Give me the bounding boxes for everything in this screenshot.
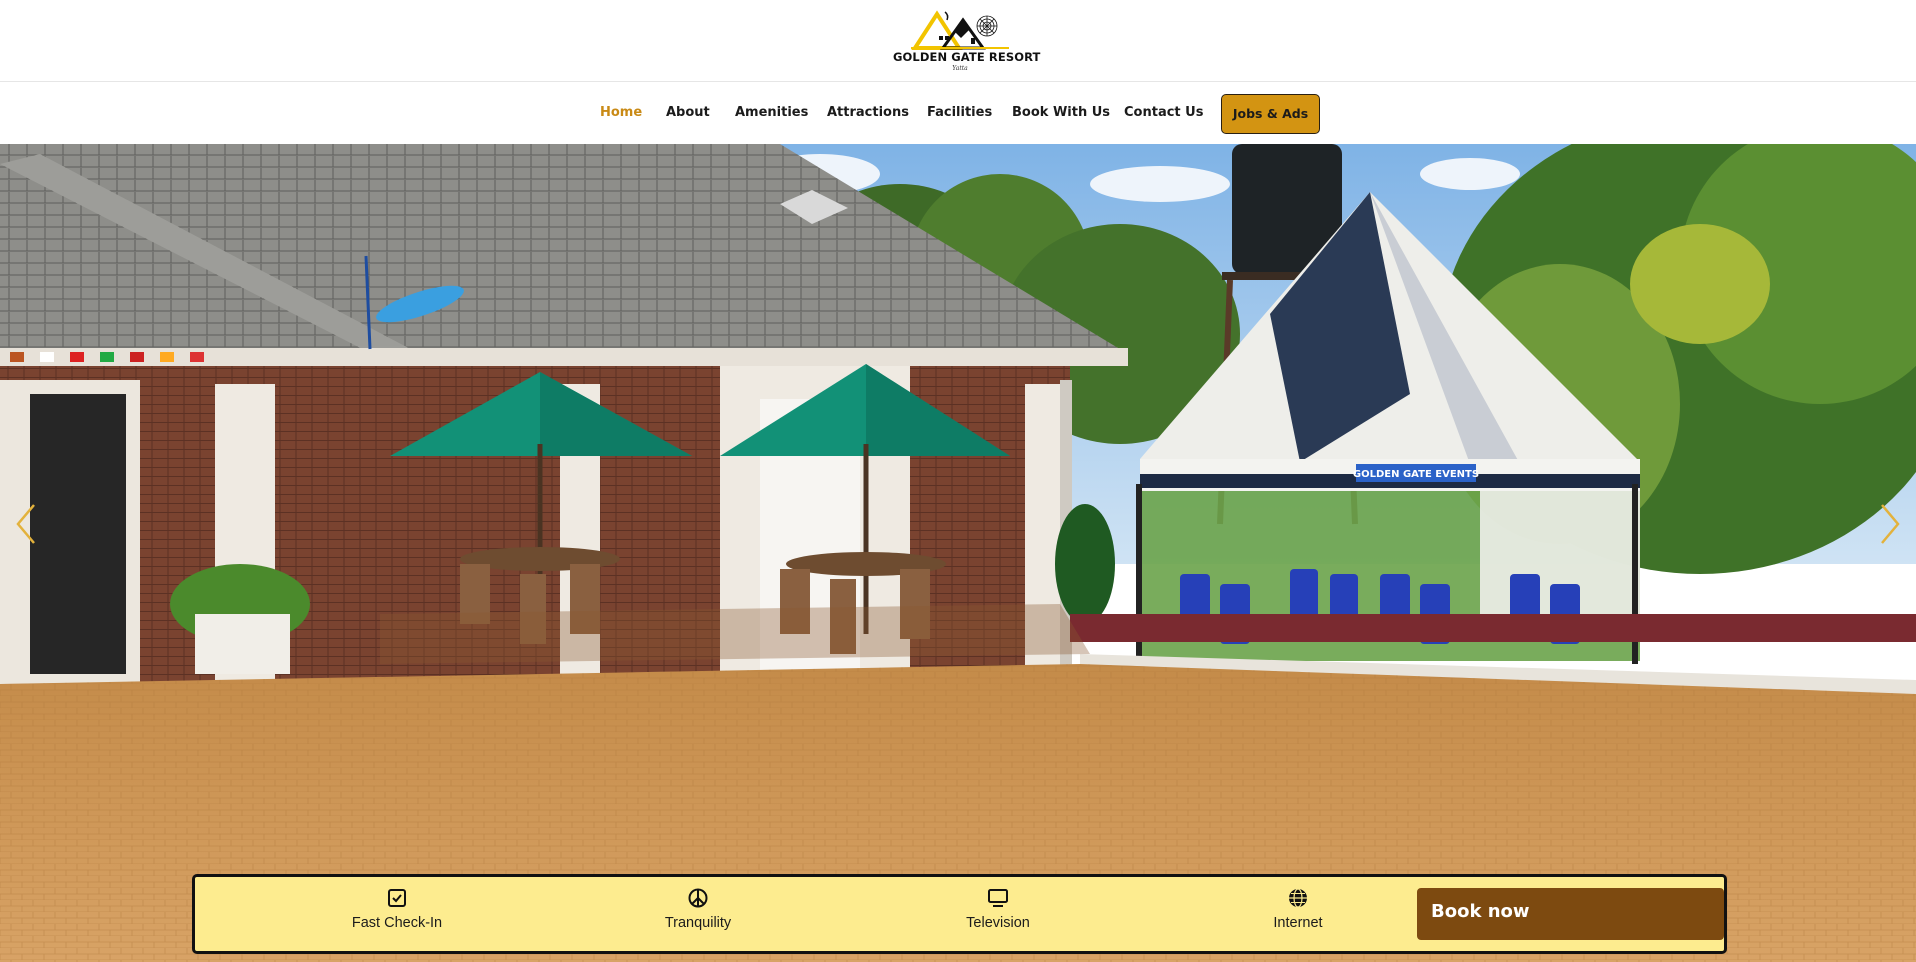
tv-icon	[988, 889, 1008, 907]
chevron-left-icon	[16, 504, 35, 544]
jobs-ads-button[interactable]: Jobs & Ads	[1221, 94, 1320, 134]
main-nav: Home About Amenities Attractions Facilit…	[0, 82, 1916, 144]
brand-name: GOLDEN GATE RESORT	[893, 50, 1041, 64]
peace-icon	[688, 888, 708, 908]
feature-label: Fast Check-In	[351, 915, 443, 931]
logo-bar: GOLDEN GATE RESORT Yatta	[0, 0, 1916, 82]
nav-book-with-us[interactable]: Book With Us	[1012, 105, 1110, 120]
book-now-label: Book now	[1431, 901, 1530, 922]
nav-home[interactable]: Home	[600, 105, 642, 120]
feature-fast-check-in: Fast Check-In	[317, 887, 477, 931]
nav-contact-us[interactable]: Contact Us	[1124, 105, 1203, 120]
brand-logo[interactable]: GOLDEN GATE RESORT Yatta	[893, 8, 1041, 74]
feature-television: Television	[918, 887, 1078, 931]
check-square-icon	[388, 889, 406, 907]
feature-internet: Internet	[1218, 887, 1378, 931]
resort-courtyard-image: GOLDEN GATE EVENTS	[0, 144, 1916, 962]
slider-prev-button[interactable]	[12, 499, 42, 549]
feature-bar: Fast Check-In Tranquility Television Int…	[192, 874, 1727, 954]
feature-label: Tranquility	[664, 915, 732, 931]
tent-banner-text: GOLDEN GATE EVENTS	[1353, 469, 1479, 480]
globe-icon	[1289, 888, 1307, 908]
hero-slider: GOLDEN GATE EVENTS	[0, 144, 1916, 962]
house-roof-logo-icon	[911, 10, 1009, 50]
feature-label: Television	[966, 915, 1030, 931]
nav-about[interactable]: About	[666, 105, 710, 120]
feature-label: Internet	[1273, 915, 1323, 931]
nav-attractions[interactable]: Attractions	[827, 105, 909, 120]
book-now-button[interactable]: Book now	[1417, 888, 1724, 940]
nav-facilities[interactable]: Facilities	[927, 105, 992, 120]
brand-tagline: Yatta	[952, 65, 968, 72]
slider-next-button[interactable]	[1874, 499, 1904, 549]
nav-amenities[interactable]: Amenities	[735, 105, 808, 120]
feature-tranquility: Tranquility	[618, 887, 778, 931]
chevron-right-icon	[1881, 504, 1900, 544]
